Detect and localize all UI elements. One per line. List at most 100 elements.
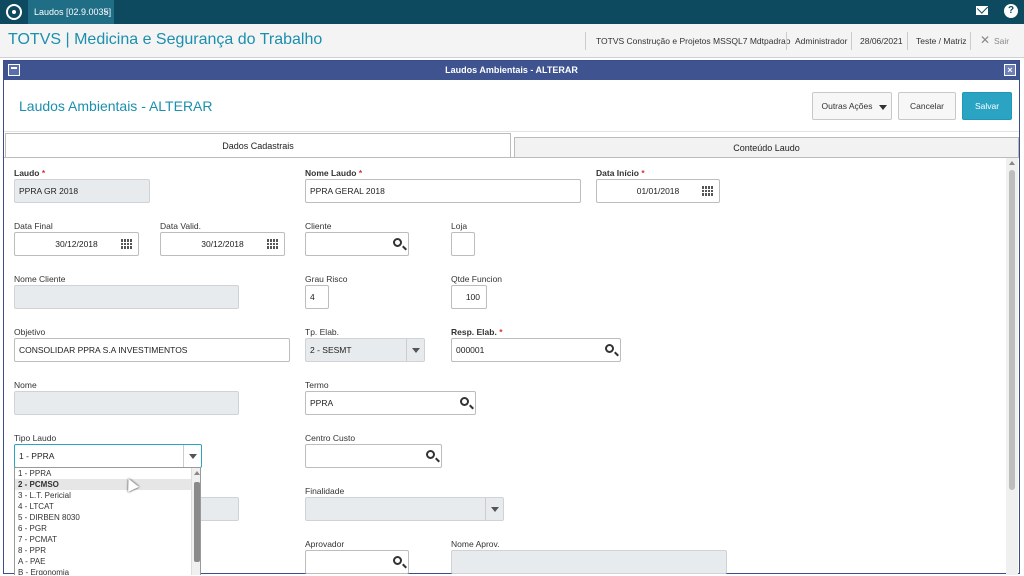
resp-elab-field[interactable]: 000001 bbox=[451, 338, 621, 362]
tipo-laudo-dropdown[interactable]: 1 - PPRA 2 - PCMSO 3 - L.T. Pericial 4 -… bbox=[14, 467, 201, 575]
header-separator bbox=[585, 32, 586, 50]
mail-icon[interactable] bbox=[976, 6, 988, 15]
qtde-funcion-field[interactable]: 100 bbox=[451, 285, 487, 309]
dropdown-option[interactable]: 3 - L.T. Pericial bbox=[15, 490, 191, 501]
tab-strip: Dados Cadastrais Conteúdo Laudo bbox=[4, 132, 1019, 158]
calendar-icon[interactable] bbox=[702, 186, 713, 196]
grau-risco-field[interactable]: 4 bbox=[305, 285, 329, 309]
tipo-laudo-label: Tipo Laudo bbox=[14, 433, 57, 443]
date-info[interactable]: 28/06/2021 bbox=[860, 36, 903, 46]
data-valid-label: Data Valid. bbox=[160, 221, 201, 231]
dropdown-option[interactable]: 8 - PPR bbox=[15, 545, 191, 556]
data-inicio-value: 01/01/2018 bbox=[636, 186, 680, 196]
centro-custo-label: Centro Custo bbox=[305, 433, 356, 443]
tab-dados-cadastrais[interactable]: Dados Cadastrais bbox=[5, 133, 511, 158]
app-header: TOTVS | Medicina e Segurança do Trabalho… bbox=[0, 24, 1024, 58]
finalidade-select[interactable] bbox=[305, 497, 504, 521]
data-final-field[interactable]: 30/12/2018 bbox=[14, 232, 139, 256]
tp-elab-value: 2 - SESMT bbox=[310, 345, 352, 355]
branch-info[interactable]: Teste / Matriz bbox=[916, 36, 967, 46]
nome-cliente-field[interactable] bbox=[14, 285, 239, 309]
nome-laudo-field[interactable]: PPRA GERAL 2018 bbox=[305, 179, 581, 203]
exit-icon[interactable]: ✕ bbox=[980, 33, 990, 47]
termo-label: Termo bbox=[305, 380, 329, 390]
search-icon[interactable] bbox=[393, 238, 402, 247]
objetivo-field[interactable]: CONSOLIDAR PPRA S.A INVESTIMENTOS bbox=[14, 338, 290, 362]
exit-button[interactable]: Sair bbox=[994, 36, 1009, 46]
chevron-down-icon[interactable] bbox=[485, 498, 503, 520]
form-scrollbar[interactable] bbox=[1006, 158, 1018, 575]
cancel-button[interactable]: Cancelar bbox=[898, 92, 956, 120]
dropdown-scrollbar[interactable] bbox=[191, 468, 200, 575]
dropdown-option[interactable]: B - Ergonomia bbox=[15, 567, 191, 575]
tipo-laudo-select[interactable]: 1 - PPRA bbox=[14, 444, 202, 468]
laudo-field[interactable]: PPRA GR 2018 bbox=[14, 179, 150, 203]
qtde-funcion-label: Qtde Funcion bbox=[451, 274, 503, 284]
grau-risco-label: Grau Risco bbox=[305, 274, 348, 284]
page-header: Laudos Ambientais - ALTERAR Outras Ações… bbox=[4, 80, 1019, 132]
cliente-field[interactable] bbox=[305, 232, 409, 256]
page-title: Laudos Ambientais - ALTERAR bbox=[19, 98, 213, 114]
search-icon[interactable] bbox=[426, 450, 435, 459]
calendar-icon[interactable] bbox=[267, 239, 278, 249]
scroll-up-icon[interactable] bbox=[194, 471, 200, 475]
resp-elab-label: Resp. Elab. * bbox=[451, 327, 503, 337]
dialog-window-title: Laudos Ambientais - ALTERAR bbox=[445, 65, 578, 75]
resp-elab-value: 000001 bbox=[456, 345, 485, 355]
dropdown-option[interactable]: 1 - PPRA bbox=[15, 468, 191, 479]
header-separator bbox=[786, 32, 787, 50]
header-separator bbox=[970, 32, 971, 50]
dropdown-option[interactable]: 4 - LTCAT bbox=[15, 501, 191, 512]
dropdown-option[interactable]: A - PAE bbox=[15, 556, 191, 567]
dialog-close-icon[interactable]: × bbox=[1004, 64, 1016, 76]
dropdown-option[interactable]: 6 - PGR bbox=[15, 523, 191, 534]
tab-laudos[interactable]: Laudos [02.9.0035] × bbox=[28, 0, 114, 24]
save-button[interactable]: Salvar bbox=[962, 92, 1012, 120]
totvs-logo-icon[interactable] bbox=[6, 4, 22, 20]
data-valid-field[interactable]: 30/12/2018 bbox=[160, 232, 285, 256]
tab-close-icon[interactable]: × bbox=[104, 0, 109, 24]
chevron-down-icon[interactable] bbox=[183, 445, 201, 467]
nome-aprov-label: Nome Aprov. bbox=[451, 539, 500, 549]
termo-field[interactable]: PPRA bbox=[305, 391, 476, 415]
data-inicio-label: Data Início * bbox=[596, 168, 645, 178]
nome-field[interactable] bbox=[14, 391, 239, 415]
other-actions-label: Outras Ações bbox=[821, 101, 873, 111]
laudo-label: Laudo * bbox=[14, 168, 46, 178]
search-icon[interactable] bbox=[393, 556, 402, 565]
centro-custo-field[interactable] bbox=[305, 444, 442, 468]
data-final-value: 30/12/2018 bbox=[55, 239, 98, 249]
aprovador-label: Aprovador bbox=[305, 539, 345, 549]
data-final-label: Data Final bbox=[14, 221, 53, 231]
data-valid-value: 30/12/2018 bbox=[201, 239, 244, 249]
other-actions-button[interactable]: Outras Ações bbox=[812, 92, 892, 120]
nome-aprov-field[interactable] bbox=[451, 550, 727, 574]
cliente-label: Cliente bbox=[305, 221, 332, 231]
data-inicio-field[interactable]: 01/01/2018 bbox=[596, 179, 720, 203]
nome-laudo-label: Nome Laudo * bbox=[305, 168, 363, 178]
tp-elab-select[interactable]: 2 - SESMT bbox=[305, 338, 425, 362]
header-separator bbox=[907, 32, 908, 50]
dropdown-option[interactable]: 7 - PCMAT bbox=[15, 534, 191, 545]
search-icon[interactable] bbox=[460, 397, 469, 406]
dropdown-scroll-thumb[interactable] bbox=[194, 482, 200, 562]
form-scroll-thumb[interactable] bbox=[1009, 170, 1015, 490]
chevron-down-icon[interactable] bbox=[406, 339, 424, 361]
help-icon[interactable]: ? bbox=[1004, 4, 1018, 18]
dropdown-option[interactable]: 2 - PCMSO bbox=[15, 479, 191, 490]
search-icon[interactable] bbox=[605, 344, 614, 353]
loja-field[interactable] bbox=[451, 232, 475, 256]
calendar-icon[interactable] bbox=[121, 239, 132, 249]
termo-value: PPRA bbox=[310, 398, 334, 408]
form-content: Laudo * PPRA GR 2018 Nome Laudo * PPRA G… bbox=[4, 158, 1019, 575]
company-info[interactable]: TOTVS Construção e Projetos MSSQL7 Mdtpa… bbox=[596, 36, 791, 46]
user-info[interactable]: Administrador bbox=[795, 36, 847, 46]
nome-label: Nome bbox=[14, 380, 37, 390]
tab-conteudo-laudo[interactable]: Conteúdo Laudo bbox=[514, 137, 1019, 158]
scroll-up-icon[interactable] bbox=[1009, 161, 1015, 165]
dialog-titlebar: Laudos Ambientais - ALTERAR × bbox=[4, 61, 1019, 80]
aprovador-field[interactable] bbox=[305, 550, 409, 574]
chevron-down-icon bbox=[879, 105, 887, 110]
dropdown-option[interactable]: 5 - DIRBEN 8030 bbox=[15, 512, 191, 523]
tp-elab-label: Tp. Elab. bbox=[305, 327, 340, 337]
